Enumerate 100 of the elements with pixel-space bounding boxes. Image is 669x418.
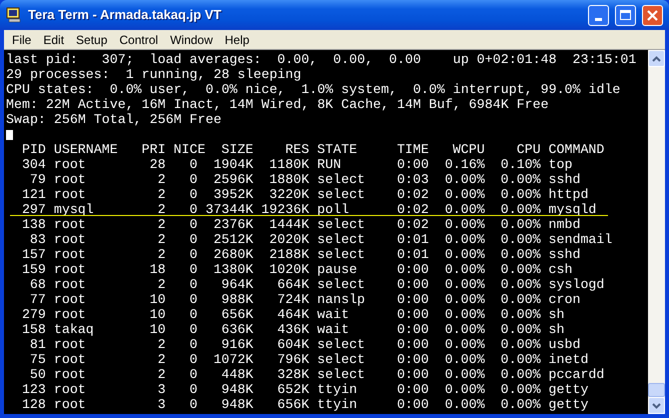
column-header: TIME [396, 142, 429, 157]
table-cell-text: 2 [156, 172, 166, 187]
table-cell-text: 2 [156, 352, 166, 367]
table-cell-text: 0.00% [444, 352, 485, 367]
table-cell-text: poll [316, 202, 350, 217]
table-cell-text: 0.00% [444, 277, 485, 292]
table-cell-text: select [316, 217, 366, 232]
table-cell-text: 2 [156, 217, 166, 232]
table-cell-text: 77 [28, 292, 46, 307]
table-cell-text: 10 [148, 292, 166, 307]
table-cell-text: 436K [276, 322, 310, 337]
table-cell-text: 2680K [212, 247, 254, 262]
table-cell-text: 0.00% [500, 382, 541, 397]
table-cell-text: 123 [20, 382, 46, 397]
table-cell-text: 2 [156, 247, 166, 262]
close-button[interactable] [642, 4, 663, 26]
table-cell-text: 604K [276, 337, 310, 352]
table-cell-text: 724K [276, 292, 310, 307]
table-cell-text: select [316, 337, 366, 352]
table-cell-text: 2 [156, 277, 166, 292]
table-cell-text: root [52, 187, 87, 202]
table-cell-text: 0.00% [444, 382, 485, 397]
scroll-thumb[interactable] [648, 383, 665, 397]
table-cell-text: 1020K [268, 262, 310, 277]
table-cell-text: 636K [220, 322, 254, 337]
table-cell-text: 0:00 [396, 382, 429, 397]
scroll-down-button[interactable] [648, 397, 665, 414]
table-cell-text: 0:00 [396, 367, 429, 382]
table-cell-text: 0.00% [500, 292, 541, 307]
table-cell-text: mysql [52, 202, 95, 217]
table-cell-text: 0 [188, 367, 198, 382]
table-cell-text: pccardd [548, 367, 604, 382]
table-cell-text: csh [548, 262, 572, 277]
column-header: COMMAND [548, 142, 604, 157]
minimize-button[interactable] [588, 4, 609, 26]
table-cell-text: select [316, 172, 366, 187]
table-cell-text: 1444K [268, 217, 310, 232]
menu-item[interactable]: Window [164, 30, 219, 48]
table-cell-text: 0 [188, 262, 198, 277]
table-cell-text: 964K [220, 277, 254, 292]
table-cell-text: 0.10% [500, 157, 541, 172]
table-cell-text: 0.00% [444, 262, 485, 277]
table-cell-text: 464K [276, 307, 310, 322]
table-cell-text: 18 [148, 262, 166, 277]
terminal-line: Mem: 22M Active, 16M Inact, 14M Wired, 8K Cache, 14M Buf, 6984K Free [6, 97, 550, 112]
table-cell-text: root [52, 367, 87, 382]
table-cell-text: 0 [188, 322, 198, 337]
menu-item[interactable]: Help [218, 30, 256, 48]
table-cell-text: 0.00% [500, 352, 541, 367]
table-cell-text: 948K [220, 397, 254, 412]
table-cell-text: 79 [28, 172, 46, 187]
table-cell-text: root [52, 292, 87, 307]
table-cell-text: root [52, 262, 87, 277]
table-cell-text: mysqld [548, 202, 596, 217]
table-cell-text: getty [548, 382, 588, 397]
table-cell-text: 328K [276, 367, 310, 382]
table-cell-text: 158 [20, 322, 46, 337]
scroll-up-button[interactable] [648, 50, 665, 67]
table-cell-text: 0:00 [396, 322, 429, 337]
terminal-line: Swap: 256M Total, 256M Free [6, 112, 222, 127]
table-cell-text: root [52, 232, 87, 247]
menu-item[interactable]: File [6, 30, 38, 48]
column-header: WCPU [452, 142, 485, 157]
table-cell-text: 19236K [260, 202, 310, 217]
table-cell-text: top [548, 157, 572, 172]
menu-item[interactable]: Control [113, 30, 164, 48]
table-cell-text: 157 [20, 247, 46, 262]
table-cell-text: 279 [20, 307, 46, 322]
table-cell-text: 297 [20, 202, 46, 217]
table-cell-text: 0.00% [500, 172, 541, 187]
table-cell-text: 0:01 [396, 247, 429, 262]
table-cell-text: getty [548, 397, 588, 412]
table-cell-text: 2020K [268, 232, 310, 247]
table-cell-text: inetd [548, 352, 588, 367]
table-cell-text: 1072K [212, 352, 254, 367]
maximize-button[interactable] [615, 4, 636, 26]
table-cell-text: 121 [20, 187, 46, 202]
table-cell-text: 1180K [268, 157, 310, 172]
table-cell-text: 0.00% [444, 367, 485, 382]
table-cell-text: 0:00 [396, 352, 429, 367]
terminal-icon [6, 7, 22, 23]
column-header: CPU [516, 142, 541, 157]
table-cell-text: 0.00% [444, 292, 485, 307]
table-cell-text: 1880K [268, 172, 310, 187]
table-cell-text: 0.00% [500, 397, 541, 412]
table-cell: 37344K [205, 202, 254, 217]
table-cell-text: 988K [220, 292, 254, 307]
table-cell-text: 0 [188, 157, 198, 172]
table-cell-text: sshd [548, 172, 580, 187]
table-cell-text: 656K [276, 397, 310, 412]
scrollbar[interactable] [648, 50, 665, 414]
menu-item[interactable]: Setup [70, 30, 114, 48]
table-cell-text: 1380K [212, 262, 254, 277]
menu-item[interactable]: Edit [37, 30, 70, 48]
table-cell-text: root [52, 172, 87, 187]
terminal-line: 29 processes: 1 running, 28 sleeping [6, 67, 302, 82]
table-cell-text: 0 [188, 277, 198, 292]
table-cell-text: 0.00% [444, 232, 485, 247]
table-cell-text: 0 [188, 382, 198, 397]
table-cell-text: 128 [20, 397, 46, 412]
